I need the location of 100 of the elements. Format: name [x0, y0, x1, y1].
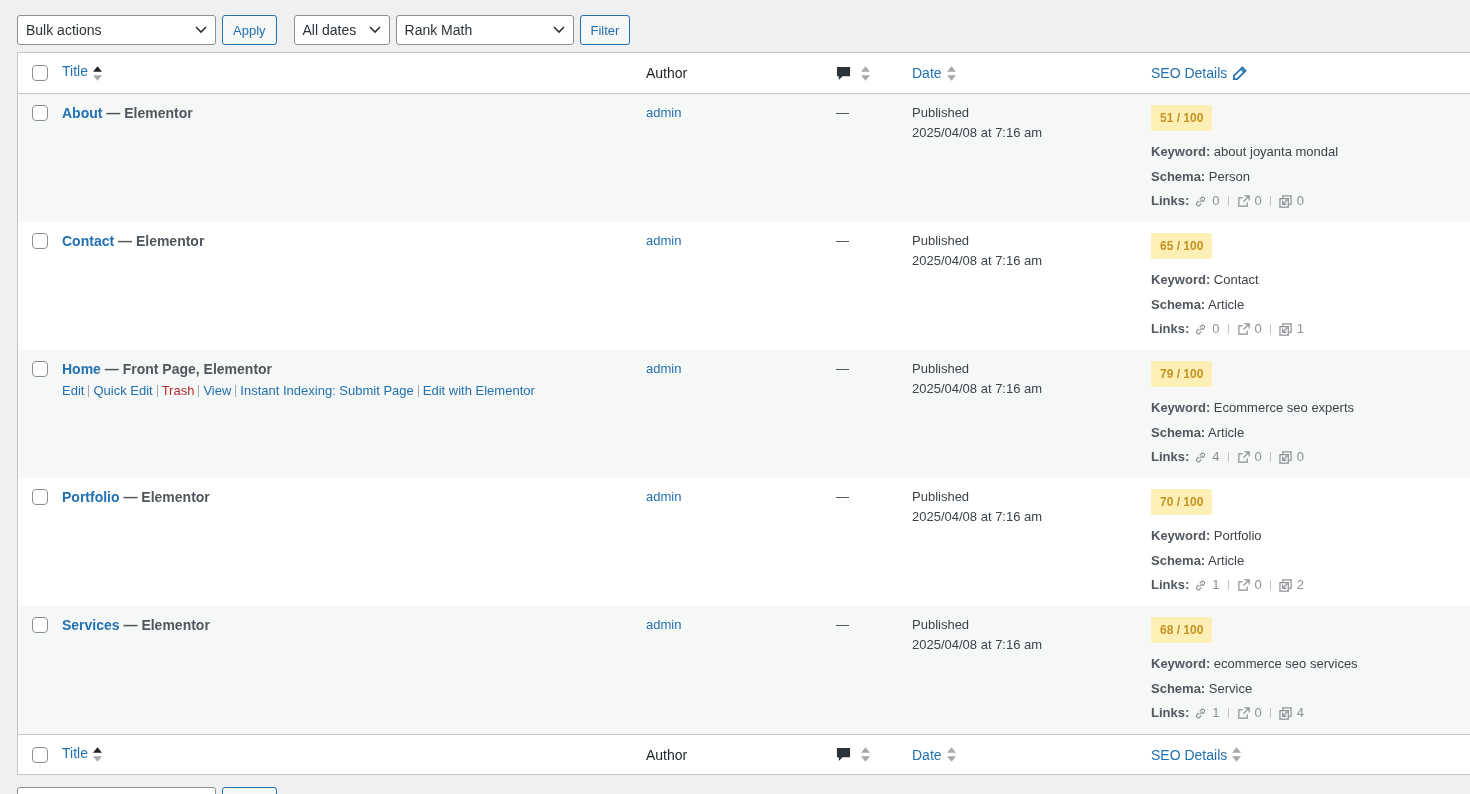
- column-heading: Author: [646, 65, 688, 81]
- external-link-icon: [1236, 194, 1250, 208]
- internal-link-icon: [1278, 578, 1292, 592]
- trash-link[interactable]: Trash: [161, 383, 195, 398]
- link-count: 0: [1254, 576, 1262, 594]
- seo-score-badge: 70 / 100: [1151, 489, 1213, 515]
- select-all-checkbox[interactable]: [32, 746, 48, 763]
- comment-count: —: [836, 617, 849, 632]
- link-count: 0: [1212, 320, 1220, 338]
- schema-type: Schema: Article: [1151, 423, 1245, 442]
- link-count: 1: [1296, 320, 1304, 338]
- link-count: 0: [1254, 192, 1262, 210]
- links-label: Links:: [1151, 448, 1190, 466]
- chain-link-icon: [1194, 450, 1208, 464]
- column-sort-link[interactable]: SEO Details: [1151, 746, 1228, 763]
- internal-link-icon: [1278, 450, 1292, 464]
- page-state: — Elementor: [106, 105, 193, 121]
- row-checkbox[interactable]: [32, 361, 48, 377]
- page-title-link[interactable]: Services: [62, 617, 120, 633]
- date-filter-select[interactable]: All dates: [293, 15, 390, 45]
- focus-keyword: Keyword: about joyanta mondal: [1151, 143, 1339, 161]
- comment-bubble-icon: [836, 747, 851, 762]
- seo-score-badge: 79 / 100: [1151, 361, 1213, 387]
- column-heading-link[interactable]: SEO Details: [1151, 65, 1228, 81]
- row-action-link[interactable]: View: [203, 383, 232, 398]
- sort-arrows-icon[interactable]: [861, 747, 870, 762]
- schema-type: Schema: Article: [1151, 551, 1245, 570]
- chevron-down-icon: [552, 26, 565, 34]
- row-action-link[interactable]: Quick Edit: [93, 383, 153, 398]
- internal-link-icon: [1278, 194, 1292, 208]
- focus-keyword: Keyword: Contact: [1151, 271, 1259, 289]
- schema-type: Schema: Person: [1151, 167, 1250, 186]
- link-count: 2: [1296, 576, 1304, 594]
- internal-link-icon: [1278, 322, 1292, 336]
- row-action-link[interactable]: Edit: [62, 383, 85, 398]
- row-checkbox[interactable]: [32, 105, 48, 121]
- chain-link-icon: [1194, 578, 1208, 592]
- page-title-link[interactable]: Portfolio: [62, 489, 120, 505]
- seo-score-badge: 68 / 100: [1151, 617, 1213, 643]
- focus-keyword: Keyword: ecommerce seo services: [1151, 655, 1358, 673]
- sort-arrows-icon[interactable]: [861, 65, 870, 81]
- column-heading: Author: [646, 746, 688, 763]
- link-count: 0: [1254, 704, 1262, 722]
- row-action-link[interactable]: Instant Indexing: Submit Page: [240, 383, 414, 398]
- publish-date: 2025/04/08 at 7:16 am: [912, 124, 1043, 142]
- page-title-link[interactable]: About: [62, 105, 103, 121]
- row-checkbox[interactable]: [32, 489, 48, 505]
- chain-link-icon: [1194, 706, 1208, 720]
- page-state: — Elementor: [118, 233, 205, 249]
- links-label: Links:: [1151, 576, 1190, 594]
- author-link[interactable]: admin: [646, 617, 682, 632]
- apply-button[interactable]: Apply: [222, 15, 277, 45]
- page-state: — Elementor: [123, 489, 210, 505]
- links-label: Links:: [1151, 704, 1190, 722]
- link-count: 0: [1212, 192, 1220, 210]
- column-sort-link[interactable]: Title: [62, 63, 88, 79]
- select-all-checkbox[interactable]: [32, 65, 48, 81]
- link-count: 0: [1296, 192, 1304, 210]
- filter-button[interactable]: Filter: [579, 15, 631, 45]
- column-sort-link[interactable]: Date: [912, 65, 942, 81]
- schema-type: Schema: Article: [1151, 295, 1245, 314]
- publish-date: 2025/04/08 at 7:16 am: [912, 252, 1043, 270]
- publish-date: 2025/04/08 at 7:16 am: [912, 636, 1043, 654]
- external-link-icon: [1236, 450, 1250, 464]
- internal-link-icon: [1278, 706, 1292, 720]
- page-title-link[interactable]: Home: [62, 361, 101, 377]
- publish-status: Published: [912, 360, 970, 378]
- external-link-icon: [1236, 706, 1250, 720]
- chevron-down-icon: [368, 26, 381, 34]
- row-checkbox[interactable]: [32, 233, 48, 249]
- schema-type: Schema: Service: [1151, 679, 1253, 698]
- author-link[interactable]: admin: [646, 105, 682, 120]
- seo-score-badge: 51 / 100: [1151, 105, 1213, 131]
- author-link[interactable]: admin: [646, 233, 682, 248]
- page-state: — Front Page, Elementor: [104, 361, 273, 377]
- author-link[interactable]: admin: [646, 361, 682, 376]
- comment-count: —: [836, 105, 849, 120]
- row-action-link[interactable]: Edit with Elementor: [422, 383, 535, 398]
- publish-status: Published: [912, 616, 970, 634]
- link-count: 1: [1212, 576, 1220, 594]
- link-count: 4: [1212, 448, 1220, 466]
- focus-keyword: Keyword: Ecommerce seo experts: [1151, 399, 1354, 417]
- link-count: 4: [1296, 704, 1304, 722]
- links-label: Links:: [1151, 192, 1190, 210]
- link-count: 0: [1254, 448, 1262, 466]
- column-sort-link[interactable]: Date: [912, 746, 942, 763]
- publish-status: Published: [912, 232, 970, 250]
- column-sort-link[interactable]: Title: [62, 744, 88, 761]
- row-checkbox[interactable]: [32, 617, 48, 633]
- chain-link-icon: [1194, 194, 1208, 208]
- seo-filter-select[interactable]: Rank Math: [395, 15, 574, 45]
- bulk-actions-select[interactable]: Bulk actions: [17, 15, 216, 45]
- author-link[interactable]: admin: [646, 489, 682, 504]
- pencil-icon[interactable]: [1232, 65, 1248, 81]
- focus-keyword: Keyword: Portfolio: [1151, 527, 1262, 545]
- links-label: Links:: [1151, 320, 1190, 338]
- page-title-link[interactable]: Contact: [62, 233, 115, 249]
- publish-date: 2025/04/08 at 7:16 am: [912, 508, 1043, 526]
- page-state: — Elementor: [123, 617, 210, 633]
- link-count: 0: [1254, 320, 1262, 338]
